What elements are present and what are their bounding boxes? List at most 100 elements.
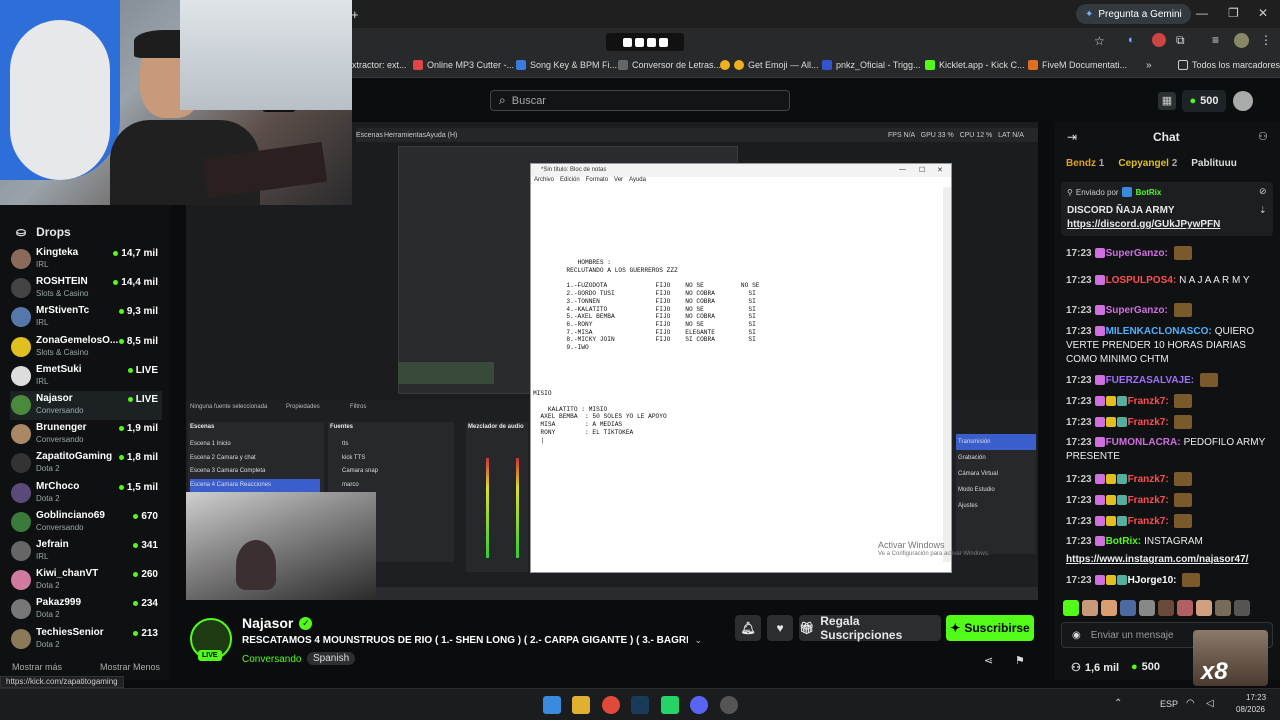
audio-icon[interactable]: ◐ bbox=[1128, 34, 1135, 46]
instagram-link[interactable]: https://www.instagram.com/najasor47/ bbox=[1066, 553, 1276, 567]
emote-icon[interactable] bbox=[1234, 600, 1250, 616]
bookmark-0[interactable]: xtractor: ext... bbox=[352, 60, 407, 70]
volume-icon[interactable]: ◁ bbox=[1206, 698, 1214, 709]
expand-pin-icon[interactable]: ⇣ bbox=[1259, 205, 1267, 216]
obs-scene-list[interactable]: Escena 1 Inicio Escena 2 Camara y chat E… bbox=[190, 438, 320, 492]
notepad-text[interactable]: HOMBRES : RECLUTANDO A LOS GUERREROS ZZZ… bbox=[533, 190, 941, 570]
user-avatar[interactable] bbox=[1233, 91, 1253, 111]
message-username[interactable]: Franzk7: bbox=[1128, 495, 1169, 506]
dashboard-icon[interactable]: ▦ bbox=[1158, 92, 1176, 110]
message-username[interactable]: FUERZASALVAJE: bbox=[1106, 375, 1195, 386]
emote-icon[interactable] bbox=[1196, 600, 1212, 616]
bookmark-4[interactable]: Get Emoji — All... bbox=[720, 60, 819, 70]
tray-chevron-icon[interactable]: ⌃ bbox=[1114, 698, 1122, 709]
gifter-item[interactable]: Pablituuu bbox=[1191, 158, 1237, 169]
message-username[interactable]: MILENKACLONASCO: bbox=[1106, 326, 1212, 337]
sidebar-channel[interactable]: Kingteka IRL 14,7 mil bbox=[10, 245, 162, 274]
media-queue-icon[interactable]: ≡ bbox=[1212, 33, 1219, 47]
drops-link[interactable]: ⛀ Drops bbox=[16, 225, 71, 239]
wifi-icon[interactable]: ◠ bbox=[1186, 698, 1195, 709]
notepad-scrollbar[interactable] bbox=[943, 187, 951, 562]
follow-heart-button[interactable]: ♥ bbox=[767, 615, 793, 641]
header-points-button[interactable]: ● 500 bbox=[1182, 90, 1226, 112]
message-username[interactable]: FUMONLACRA: bbox=[1106, 437, 1181, 448]
file-explorer-icon[interactable] bbox=[572, 696, 590, 714]
close-window-icon[interactable]: ✕ bbox=[1258, 6, 1268, 20]
channel-name[interactable]: Najasor bbox=[242, 615, 293, 631]
notepad-window[interactable]: *Sin título: Bloc de notas — ☐ ✕ Archivo… bbox=[530, 163, 952, 573]
extension-icon[interactable] bbox=[1152, 33, 1166, 47]
message-username[interactable]: SuperGanzo: bbox=[1106, 305, 1168, 316]
pinned-link[interactable]: https://discord.gg/GUkJPywPFN bbox=[1067, 219, 1220, 230]
sidebar-channel[interactable]: Brunenger Conversando 1,9 mil bbox=[10, 420, 162, 449]
bookmark-1[interactable]: Online MP3 Cutter -... bbox=[413, 60, 514, 70]
sidebar-channel[interactable]: ROSHTEIN Slots & Casino 14,4 mil bbox=[10, 274, 162, 303]
report-icon[interactable]: ⚑ bbox=[1015, 654, 1025, 667]
all-bookmarks-button[interactable]: Todos los marcadores bbox=[1178, 60, 1280, 70]
chat-users-icon[interactable]: ⚇ bbox=[1258, 130, 1268, 143]
notification-bell-button[interactable]: 🔔︎ bbox=[735, 615, 761, 641]
steam-icon[interactable] bbox=[631, 696, 649, 714]
hide-pin-icon[interactable]: ⊘ bbox=[1259, 186, 1267, 197]
discord-icon[interactable] bbox=[690, 696, 708, 714]
profile-avatar[interactable] bbox=[1234, 33, 1249, 48]
sidebar-channel[interactable]: Goblinciano69 Conversando 670 bbox=[10, 508, 162, 537]
notepad-close-icon[interactable]: ✕ bbox=[937, 166, 943, 174]
message-username[interactable]: SuperGanzo: bbox=[1106, 248, 1168, 259]
emote-icon[interactable] bbox=[1101, 600, 1117, 616]
obs-icon[interactable] bbox=[720, 696, 738, 714]
bookmarks-overflow-icon[interactable]: » bbox=[1146, 60, 1152, 71]
language-tag[interactable]: Spanish bbox=[307, 652, 356, 665]
subscribe-button[interactable]: ✦ Suscribirse bbox=[946, 615, 1034, 641]
sidebar-channel[interactable]: MrChoco Dota 2 1,5 mil bbox=[10, 479, 162, 508]
bookmark-7[interactable]: FiveM Documentati... bbox=[1028, 60, 1127, 70]
emote-icon[interactable] bbox=[1139, 600, 1155, 616]
emote-icon[interactable] bbox=[1177, 600, 1193, 616]
stream-category[interactable]: Conversando bbox=[242, 654, 301, 665]
bookmark-3[interactable]: Conversor de Letras... bbox=[618, 60, 721, 70]
whatsapp-icon[interactable] bbox=[661, 696, 679, 714]
search-input[interactable]: ⌕ Buscar bbox=[490, 90, 790, 111]
sidebar-channel[interactable]: ZonaGemelosO... Slots & Casino 8,5 mil bbox=[10, 333, 162, 362]
ask-gemini-button[interactable]: ✦ Pregunta a Gemini bbox=[1076, 4, 1191, 24]
notepad-maximize-icon[interactable]: ☐ bbox=[919, 166, 925, 174]
sidebar-channel[interactable]: TechiesSenior Dota 2 213 bbox=[10, 625, 162, 654]
show-more-link[interactable]: Mostrar más bbox=[12, 662, 62, 672]
emote-icon[interactable] bbox=[1215, 600, 1231, 616]
gift-subs-button[interactable]: 🎁︎ Regala Suscripciones bbox=[799, 614, 941, 642]
chat-points[interactable]: ● 500 bbox=[1131, 661, 1160, 673]
clock-time[interactable]: 17:23 bbox=[1246, 693, 1266, 702]
sidebar-channel[interactable]: ZapatitoGaming Dota 2 1,8 mil bbox=[10, 449, 162, 478]
sidebar-channel[interactable]: Najasor Conversando LIVE bbox=[10, 391, 162, 420]
sidebar-channel[interactable]: EmetSuki IRL LIVE bbox=[10, 362, 162, 391]
maximize-icon[interactable]: ❐ bbox=[1228, 6, 1239, 20]
sidebar-channel[interactable]: Kiwi_chanVT Dota 2 260 bbox=[10, 566, 162, 595]
message-username[interactable]: LOSPULPOS4: bbox=[1106, 275, 1177, 286]
emote-icon[interactable] bbox=[1082, 600, 1098, 616]
notepad-minimize-icon[interactable]: — bbox=[899, 166, 906, 173]
gifter-item[interactable]: Cepyangel 2 bbox=[1118, 158, 1177, 169]
browser-menu-icon[interactable]: ⋮ bbox=[1260, 33, 1272, 47]
clock-date[interactable]: 08/2026 bbox=[1236, 705, 1265, 714]
gifter-item[interactable]: Bendz 1 bbox=[1066, 158, 1104, 169]
emote-icon[interactable] bbox=[1158, 600, 1174, 616]
message-username[interactable]: Franzk7: bbox=[1128, 516, 1169, 527]
windows-start-icon[interactable] bbox=[543, 696, 561, 714]
obs-source-list[interactable]: tts kick TTS Camara snap marco bbox=[342, 438, 378, 492]
sidebar-channel[interactable]: Pakaz999 Dota 2 234 bbox=[10, 595, 162, 624]
sidebar-channel[interactable]: MrStivenTc IRL 9,3 mil bbox=[10, 303, 162, 332]
sidebar-channel[interactable]: Jefrain IRL 341 bbox=[10, 537, 162, 566]
bookmark-2[interactable]: Song Key & BPM Fi... bbox=[516, 60, 617, 70]
show-less-link[interactable]: Mostrar Menos bbox=[100, 662, 160, 672]
chrome-icon[interactable] bbox=[602, 696, 620, 714]
message-username[interactable]: Franzk7: bbox=[1128, 396, 1169, 407]
new-tab-icon[interactable]: + bbox=[351, 7, 359, 22]
emote-icon[interactable] bbox=[1120, 600, 1136, 616]
collapse-chat-icon[interactable]: ⇥ bbox=[1067, 130, 1077, 144]
message-username[interactable]: Franzk7: bbox=[1128, 474, 1169, 485]
bookmark-6[interactable]: Kicklet.app - Kick C... bbox=[925, 60, 1025, 70]
expand-title-icon[interactable]: ⌄ bbox=[694, 635, 702, 646]
message-username[interactable]: Franzk7: bbox=[1128, 417, 1169, 428]
bookmark-star-icon[interactable]: ☆ bbox=[1094, 34, 1105, 48]
message-username[interactable]: BotRix: bbox=[1106, 536, 1142, 547]
